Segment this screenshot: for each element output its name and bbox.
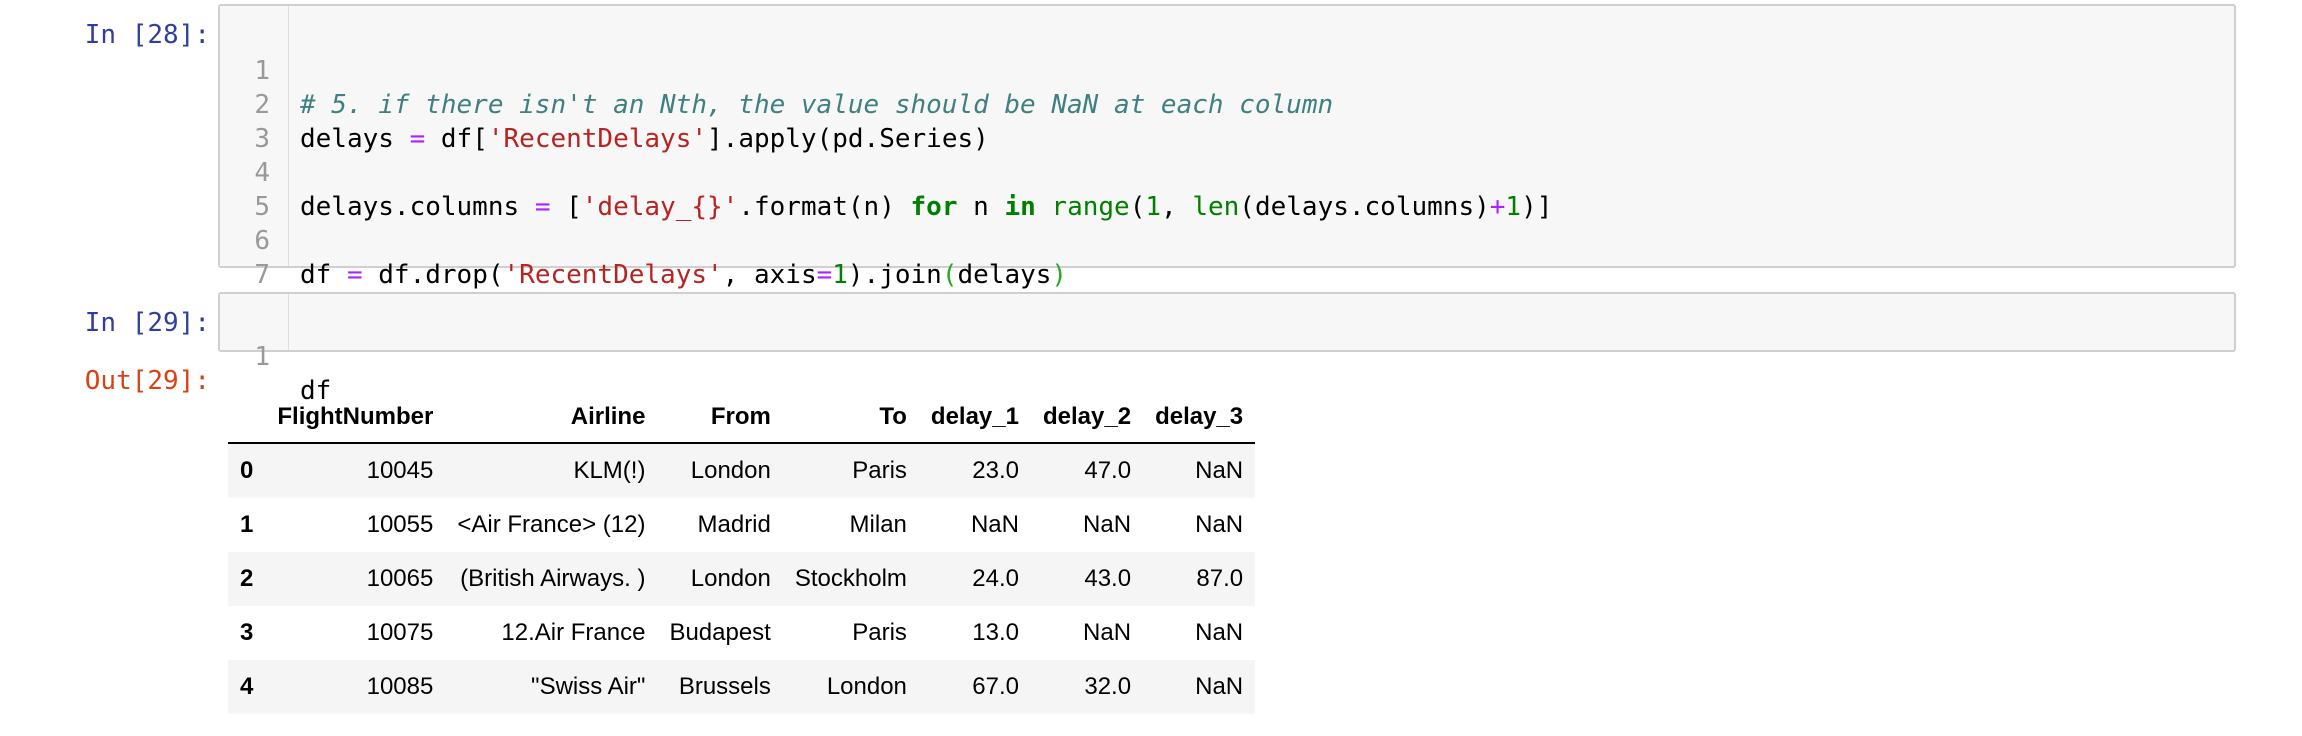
table-cell: 10045	[366, 457, 434, 484]
table-cell: 23.0	[972, 457, 1019, 484]
code-line: 7	[220, 224, 2234, 290]
row-index: 4	[240, 673, 254, 700]
table-cell: London	[690, 565, 771, 592]
row-index: 0	[240, 457, 254, 484]
table-cell: (British Airways. )	[460, 565, 646, 592]
column-header: delay_1	[918, 392, 1031, 444]
table-cell: NaN	[1083, 619, 1132, 646]
code-line: 3	[220, 88, 2234, 154]
index-header	[228, 392, 266, 444]
line-number: 7	[254, 260, 270, 290]
table-cell: 13.0	[972, 619, 1019, 646]
table-row: 3 10075 12.Air France Budapest Paris 13.…	[228, 606, 1255, 660]
table-cell: 32.0	[1084, 673, 1132, 700]
table-row: 1 10055 <Air France> (12) Madrid Milan N…	[228, 498, 1255, 552]
code-line: 4 delays.columns = ['delay_{}'.format(n)…	[220, 122, 2234, 222]
table-row: 0 10045 KLM(!) London Paris 23.0 47.0 Na…	[228, 443, 1256, 498]
table-cell: 10055	[366, 511, 434, 538]
code-line: 5	[220, 156, 2234, 222]
line-number: 1	[254, 342, 270, 372]
table-cell: 43.0	[1084, 565, 1132, 592]
table-cell: London	[826, 673, 907, 700]
code-line: 6 df = df.drop('RecentDelays', axis=1).j…	[220, 190, 2234, 290]
row-index: 1	[240, 511, 254, 538]
table-cell: Paris	[852, 619, 907, 646]
table-cell: Paris	[852, 457, 907, 484]
table-cell: KLM(!)	[573, 457, 646, 484]
table-cell: Brussels	[678, 673, 771, 700]
table-cell: 10075	[366, 619, 434, 646]
table-cell: <Air France> (12)	[457, 511, 646, 538]
table-cell: 10065	[366, 565, 434, 592]
table-row: 4 10085 "Swiss Air" Brussels London 67.0…	[228, 660, 1256, 714]
table-cell: NaN	[1195, 457, 1244, 484]
row-index: 2	[240, 565, 254, 592]
column-header: delay_2	[1030, 392, 1144, 444]
column-header: FlightNumber	[265, 392, 446, 444]
input-prompt: In [28]:	[84, 20, 210, 50]
table-cell: Madrid	[697, 511, 771, 538]
table-cell: 67.0	[972, 673, 1019, 700]
dataframe-output: FlightNumber Airline From To delay_1 del…	[228, 392, 1256, 714]
input-prompt: In [29]:	[84, 308, 210, 338]
table-cell: London	[690, 457, 771, 484]
code-line: 1 df	[220, 306, 2234, 406]
code-editor[interactable]: 1 # 5. if there isn't an Nth, the value …	[218, 4, 2236, 290]
table-cell: NaN	[1195, 619, 1244, 646]
table-cell: 47.0	[1084, 457, 1132, 484]
table-cell: NaN	[970, 511, 1019, 538]
code-line: 2 delays = df['RecentDelays'].apply(pd.S…	[220, 54, 2234, 154]
column-header: From	[657, 392, 783, 444]
table-cell: 12.Air France	[501, 619, 646, 646]
table-cell: "Swiss Air"	[531, 673, 646, 700]
column-header: To	[782, 392, 919, 444]
table-header-row: FlightNumber Airline From To delay_1 del…	[228, 392, 1256, 444]
column-header: Airline	[445, 392, 658, 444]
table-row: 2 10065 (British Airways. ) London Stock…	[228, 552, 1256, 606]
output-prompt: Out[29]:	[84, 366, 210, 396]
table-cell: NaN	[1083, 511, 1132, 538]
table-cell: 24.0	[972, 565, 1019, 592]
column-header: delay_3	[1143, 392, 1256, 444]
table-cell: NaN	[1195, 673, 1244, 700]
row-index: 3	[240, 619, 254, 646]
table-cell: NaN	[1195, 511, 1244, 538]
table-cell: Budapest	[669, 619, 771, 646]
table-cell: 10085	[366, 673, 434, 700]
table-cell: Stockholm	[794, 565, 907, 592]
table-cell: Milan	[849, 511, 907, 538]
code-editor[interactable]: 1 df	[218, 292, 2236, 406]
code-line: 1 # 5. if there isn't an Nth, the value …	[220, 20, 2234, 120]
table-cell: 87.0	[1196, 565, 1244, 592]
